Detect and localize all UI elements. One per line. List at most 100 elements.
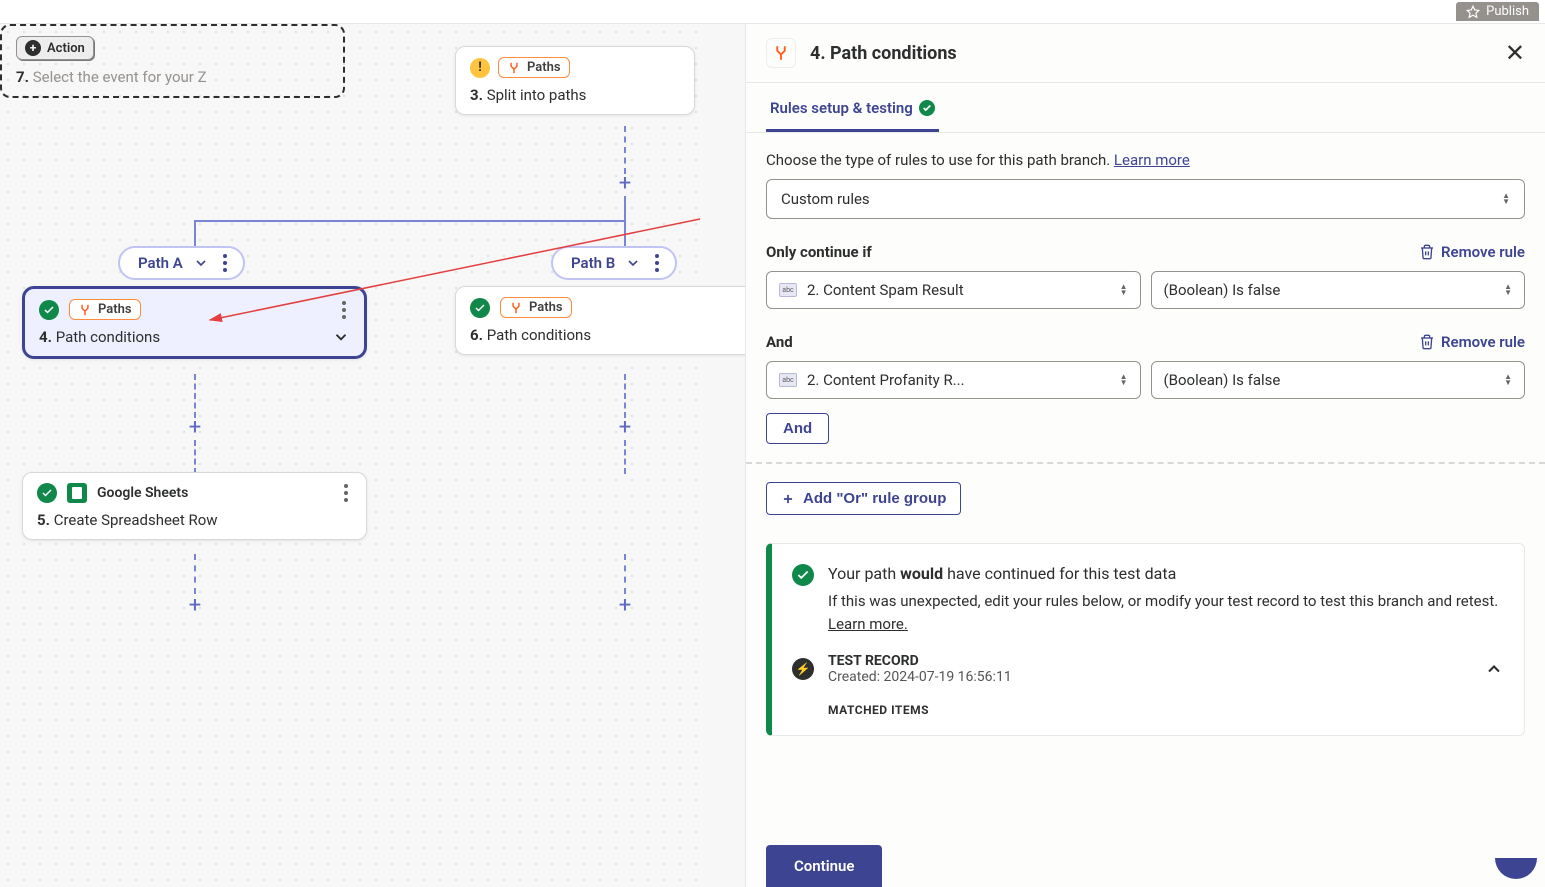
trash-icon: [1419, 334, 1435, 350]
add-step-button[interactable]: +: [614, 594, 636, 616]
test-record-timestamp: Created: 2024-07-19 16:56:11: [828, 669, 1012, 685]
rule-condition-select[interactable]: (Boolean) Is false ▲▼: [1151, 361, 1526, 399]
tab-rules-setup[interactable]: Rules setup & testing: [766, 83, 939, 132]
add-step-button[interactable]: +: [184, 594, 206, 616]
field-value: 2. Content Profanity R...: [807, 371, 965, 389]
connector: [624, 440, 626, 474]
close-button[interactable]: ✕: [1505, 39, 1525, 67]
matched-items-label: MATCHED ITEMS: [828, 703, 1504, 717]
connector: [624, 196, 626, 220]
select-arrows-icon: ▲▼: [1120, 284, 1128, 296]
separator: [746, 462, 1545, 464]
add-or-group-button[interactable]: Add "Or" rule group: [766, 482, 961, 515]
rules-type-select[interactable]: Custom rules ▲▼: [766, 179, 1525, 219]
select-arrows-icon: ▲▼: [1504, 284, 1512, 296]
connector: [194, 220, 625, 222]
node-title: 3. Split into paths: [470, 86, 680, 104]
check-icon: [919, 100, 935, 116]
panel-body: Choose the type of rules to use for this…: [746, 133, 1545, 887]
branch-icon: [509, 301, 523, 315]
branch-icon: [78, 303, 92, 317]
chip-label: Paths: [529, 300, 563, 315]
star-icon: [1466, 5, 1480, 19]
test-result-card: Your path would have continued for this …: [766, 543, 1525, 736]
chip-label: Paths: [98, 302, 132, 317]
paths-chip: Paths: [498, 57, 570, 78]
result-headline: Your path would have continued for this …: [828, 562, 1504, 586]
more-icon[interactable]: [219, 254, 231, 272]
learn-more-link[interactable]: Learn more: [1114, 151, 1190, 169]
path-label: Path A: [138, 254, 183, 272]
remove-label: Remove rule: [1441, 243, 1525, 261]
more-icon[interactable]: [651, 254, 663, 272]
chip-label: Action: [47, 41, 85, 56]
field-icon: abc: [779, 283, 797, 297]
publish-label: Publish: [1486, 4, 1529, 19]
rule-row-1: abc 2. Content Spam Result ▲▼ (Boolean) …: [766, 271, 1525, 309]
continue-button[interactable]: Continue: [766, 845, 882, 887]
rule-header: Only continue if Remove rule: [766, 243, 1525, 261]
remove-rule-button[interactable]: Remove rule: [1419, 243, 1525, 261]
paths-chip: Paths: [500, 297, 572, 318]
check-icon: [37, 483, 57, 503]
topbar: Publish: [0, 0, 1545, 24]
rule-condition-select[interactable]: (Boolean) Is false ▲▼: [1151, 271, 1526, 309]
select-arrows-icon: ▲▼: [1504, 374, 1512, 386]
field-icon: abc: [779, 373, 797, 387]
chevron-up-icon[interactable]: [1484, 659, 1504, 679]
add-step-button[interactable]: +: [614, 416, 636, 438]
path-b-pill[interactable]: Path B: [551, 246, 677, 280]
rule-field-select[interactable]: abc 2. Content Profanity R... ▲▼: [766, 361, 1141, 399]
connector: [194, 374, 196, 418]
app-label: Google Sheets: [97, 485, 188, 501]
chevron-down-icon: [193, 255, 209, 271]
node-action-placeholder[interactable]: + Action 7. Select the event for your Z: [0, 24, 345, 98]
publish-button[interactable]: Publish: [1456, 2, 1539, 21]
node-header: ! Paths: [470, 57, 680, 78]
plus-icon: [781, 492, 795, 506]
connector: [194, 220, 196, 248]
remove-label: Remove rule: [1441, 333, 1525, 351]
check-icon: [39, 300, 59, 320]
node-split-paths[interactable]: ! Paths 3. Split into paths: [455, 46, 695, 115]
rule-row-2: abc 2. Content Profanity R... ▲▼ (Boolea…: [766, 361, 1525, 399]
condition-value: (Boolean) Is false: [1164, 281, 1281, 299]
node-title: 6. Path conditions: [470, 326, 785, 344]
connector: [624, 374, 626, 418]
chevron-down-icon[interactable]: [332, 328, 350, 346]
check-icon: [792, 564, 814, 586]
connector: [194, 554, 196, 594]
panel-app-icon: [766, 38, 796, 68]
rule-header: And Remove rule: [766, 333, 1525, 351]
section-label: And: [766, 333, 793, 351]
panel-title: 4. Path conditions: [810, 43, 957, 64]
learn-more-link[interactable]: Learn more.: [828, 615, 908, 633]
action-chip: + Action: [16, 36, 94, 60]
field-value: 2. Content Spam Result: [807, 281, 964, 299]
node-title: 4. Path conditions: [39, 328, 160, 346]
remove-rule-button[interactable]: Remove rule: [1419, 333, 1525, 351]
description: Choose the type of rules to use for this…: [766, 151, 1525, 169]
result-description: If this was unexpected, edit your rules …: [828, 590, 1504, 635]
paths-chip: Paths: [69, 299, 141, 320]
panel-header: 4. Path conditions ✕: [746, 24, 1545, 83]
bolt-icon: ⚡: [792, 658, 814, 680]
node-title: 5. Create Spreadsheet Row: [37, 511, 352, 529]
select-arrows-icon: ▲▼: [1502, 193, 1510, 205]
more-icon[interactable]: [340, 484, 352, 502]
test-record-row[interactable]: ⚡ TEST RECORD Created: 2024-07-19 16:56:…: [792, 653, 1504, 685]
canvas[interactable]: + + + + + ! Paths 3. Split into paths Pa…: [0, 24, 700, 887]
more-icon[interactable]: [338, 301, 350, 319]
check-icon: [470, 298, 490, 318]
warning-icon: !: [470, 58, 490, 78]
path-a-pill[interactable]: Path A: [118, 246, 245, 280]
add-step-button[interactable]: +: [184, 416, 206, 438]
select-arrows-icon: ▲▼: [1120, 374, 1128, 386]
side-panel: 4. Path conditions ✕ Rules setup & testi…: [745, 24, 1545, 887]
add-step-button[interactable]: +: [614, 172, 636, 194]
rule-field-select[interactable]: abc 2. Content Spam Result ▲▼: [766, 271, 1141, 309]
select-value: Custom rules: [781, 190, 870, 208]
add-and-button[interactable]: And: [766, 413, 829, 444]
node-path-conditions-a[interactable]: Paths 4. Path conditions: [22, 286, 367, 359]
node-google-sheets[interactable]: Google Sheets 5. Create Spreadsheet Row: [22, 472, 367, 540]
